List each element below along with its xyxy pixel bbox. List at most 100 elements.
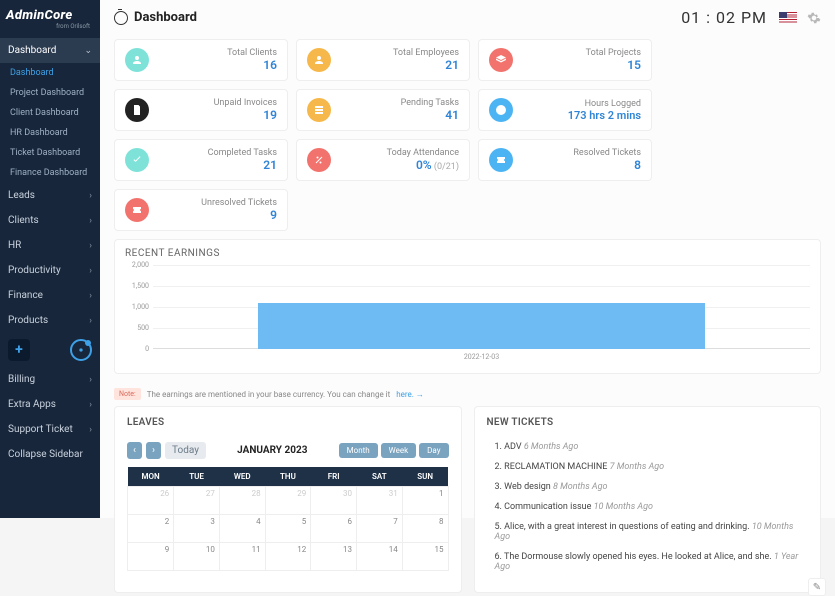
earnings-chart: 05001,0001,5002,000 2022-12-03	[125, 265, 810, 365]
stat-label: Unpaid Invoices	[214, 98, 277, 108]
calendar-cell[interactable]: 28	[219, 487, 265, 515]
calendar-dow: THU	[265, 467, 311, 487]
leaves-title: LEAVES	[127, 417, 449, 428]
ticket-item[interactable]: 1. ADV 6 Months Ago	[495, 442, 809, 452]
nav-item-hr[interactable]: HR›	[0, 233, 100, 258]
calendar-next-button[interactable]: ›	[146, 442, 161, 459]
chevron-right-icon: ›	[89, 375, 92, 385]
stat-card[interactable]: Total Projects 15	[478, 39, 652, 81]
calendar-header: ‹ › Today JANUARY 2023 Month Week Day	[127, 442, 449, 459]
calendar-view-month[interactable]: Month	[339, 443, 378, 458]
calendar-view-day[interactable]: Day	[419, 443, 448, 458]
target-icon[interactable]	[70, 339, 92, 361]
tickets-panel: NEW TICKETS 1. ADV 6 Months Ago 2. RECLAM…	[474, 406, 822, 593]
stat-card[interactable]: Today Attendance 0% (0/21)	[296, 139, 470, 181]
clock-icon	[489, 98, 513, 122]
ticket-item[interactable]: 6. The Dormouse slowly opened his eyes. …	[495, 552, 809, 572]
note-text: The earnings are mentioned in your base …	[147, 390, 391, 399]
invoice-icon	[125, 98, 149, 122]
calendar-cell[interactable]: 12	[265, 543, 311, 571]
nav-item-billing[interactable]: Billing›	[0, 367, 100, 392]
tickets-title: NEW TICKETS	[487, 417, 809, 428]
stat-card[interactable]: Unresolved Tickets 9	[114, 189, 288, 231]
nav-item-collapse-sidebar[interactable]: Collapse Sidebar	[0, 442, 100, 467]
calendar-dow: MON	[128, 467, 174, 487]
nav-sub-item-project[interactable]: Project Dashboard	[2, 83, 100, 103]
stat-card[interactable]: Hours Logged 173 hrs 2 mins	[478, 89, 652, 131]
calendar-cell[interactable]: 11	[219, 543, 265, 571]
add-button[interactable]: +	[8, 339, 30, 361]
stat-label: Total Projects	[586, 48, 641, 58]
calendar-cell[interactable]: 4	[219, 515, 265, 543]
nav-item-productivity[interactable]: Productivity›	[0, 258, 100, 283]
ticket-item[interactable]: 3. Web design 8 Months Ago	[495, 482, 809, 492]
chevron-right-icon: ›	[89, 266, 92, 276]
gear-icon[interactable]	[807, 11, 821, 25]
stat-card[interactable]: Total Clients 16	[114, 39, 288, 81]
nav-quick-row: +	[0, 333, 100, 367]
calendar-cell[interactable]: 10	[174, 543, 220, 571]
calendar-cell[interactable]: 13	[311, 543, 357, 571]
chevron-right-icon: ›	[89, 191, 92, 201]
calendar-cell[interactable]: 7	[357, 515, 403, 543]
chevron-right-icon: ›	[89, 216, 92, 226]
bottom-panels: LEAVES ‹ › Today JANUARY 2023 Month Week…	[100, 406, 835, 593]
calendar-cell[interactable]: 31	[357, 487, 403, 515]
calendar-cell[interactable]: 5	[265, 515, 311, 543]
calendar-dow: WED	[219, 467, 265, 487]
layers-icon	[489, 48, 513, 72]
stat-card[interactable]: Completed Tasks 21	[114, 139, 288, 181]
chevron-right-icon: ›	[89, 400, 92, 410]
note-link[interactable]: here. →	[396, 390, 424, 399]
nav-item-leads[interactable]: Leads›	[0, 183, 100, 208]
chart-bars	[153, 265, 810, 349]
ticket-icon	[489, 148, 513, 172]
stat-card[interactable]: Pending Tasks 41	[296, 89, 470, 131]
ticket-item[interactable]: 4. Communication issue 10 Months Ago	[495, 502, 809, 512]
calendar-cell[interactable]: 1	[402, 487, 448, 515]
nav-item-support-ticket[interactable]: Support Ticket›	[0, 417, 100, 442]
flag-us-icon[interactable]	[779, 12, 797, 23]
calendar-view-week[interactable]: Week	[381, 443, 417, 458]
nav-sub-item-hr[interactable]: HR Dashboard	[2, 123, 100, 143]
nav-sub-item-finance[interactable]: Finance Dashboard	[2, 163, 100, 183]
earnings-title: RECENT EARNINGS	[125, 248, 810, 259]
calendar-cell[interactable]: 6	[311, 515, 357, 543]
calendar-cell[interactable]: 9	[128, 543, 174, 571]
nav-item-products[interactable]: Products›	[0, 308, 100, 333]
chevron-right-icon: ›	[89, 241, 92, 251]
ticket-item[interactable]: 5. Alice, with a great interest in quest…	[495, 522, 809, 542]
nav-group-dashboard[interactable]: Dashboard ⌄	[0, 38, 100, 63]
nav-item-clients[interactable]: Clients›	[0, 208, 100, 233]
dashboard-icon	[114, 11, 128, 25]
stat-card[interactable]: Total Employees 21	[296, 39, 470, 81]
calendar-cell[interactable]: 2	[128, 515, 174, 543]
calendar-cell[interactable]: 26	[128, 487, 174, 515]
calendar-cell[interactable]: 30	[311, 487, 357, 515]
calendar-cell[interactable]: 15	[402, 543, 448, 571]
stat-label: Pending Tasks	[401, 98, 459, 108]
calendar-cell[interactable]: 14	[357, 543, 403, 571]
stat-value: 21	[393, 58, 459, 72]
ticket-item[interactable]: 2. RECLAMATION MACHINE 7 Months Ago	[495, 462, 809, 472]
calendar-today-button[interactable]: Today	[165, 442, 206, 459]
calendar-cell[interactable]: 3	[174, 515, 220, 543]
calendar-prev-button[interactable]: ‹	[127, 442, 142, 459]
stat-value: 19	[214, 108, 277, 122]
nav-item-finance[interactable]: Finance›	[0, 283, 100, 308]
nav-sub-dashboard: Dashboard Project Dashboard Client Dashb…	[0, 63, 100, 183]
stat-value: 16	[227, 58, 277, 72]
calendar-table: MONTUEWEDTHUFRISATSUN 262728293031123456…	[127, 467, 449, 571]
calendar-cell[interactable]: 27	[174, 487, 220, 515]
stat-value: 21	[208, 158, 277, 172]
nav-item-extra-apps[interactable]: Extra Apps›	[0, 392, 100, 417]
stat-card[interactable]: Unpaid Invoices 19	[114, 89, 288, 131]
stat-label: Hours Logged	[568, 99, 641, 109]
nav-sub-item-client[interactable]: Client Dashboard	[2, 103, 100, 123]
stat-card[interactable]: Resolved Tickets 8	[478, 139, 652, 181]
calendar-cell[interactable]: 29	[265, 487, 311, 515]
edit-icon[interactable]: ✎	[808, 578, 826, 596]
nav-sub-item-ticket[interactable]: Ticket Dashboard	[2, 143, 100, 163]
nav-sub-item-dashboard[interactable]: Dashboard	[2, 63, 100, 83]
calendar-cell[interactable]: 8	[402, 515, 448, 543]
